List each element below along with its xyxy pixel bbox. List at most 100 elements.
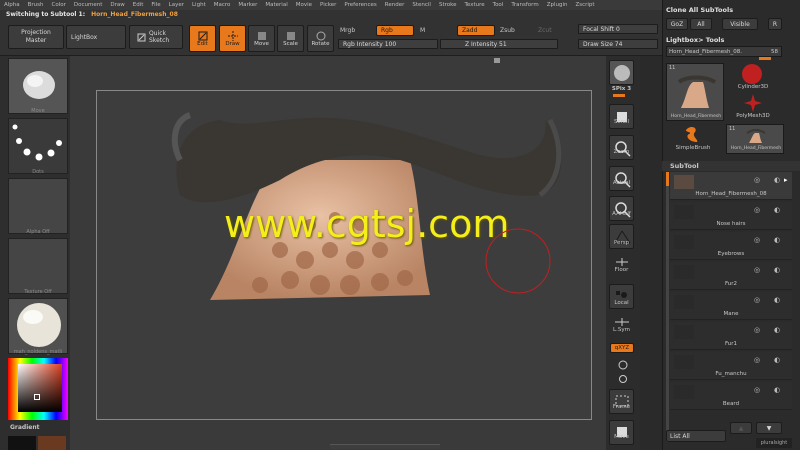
subtool-row[interactable]: ◎ ◐ Nose hairs: [670, 202, 792, 230]
rotate-button[interactable]: Rotate: [307, 25, 334, 52]
polypaint-icon[interactable]: ◐: [774, 326, 780, 334]
canvas-bottom-handle[interactable]: [330, 444, 440, 449]
list-all-button[interactable]: List All: [666, 430, 726, 442]
lightbox-tools-button[interactable]: Lightbox> Tools: [666, 36, 724, 44]
current-tool-slider[interactable]: Horn_Head_Fibermesh_08. 58: [666, 46, 782, 57]
rgb-button[interactable]: Rgb: [376, 25, 414, 36]
menu-item-stencil[interactable]: Stencil: [412, 2, 431, 8]
eye-icon[interactable]: ◎: [754, 266, 760, 274]
menu-item-zplugin[interactable]: Zplugin: [547, 2, 568, 8]
move-button[interactable]: Move: [248, 25, 275, 52]
spix-slider[interactable]: SPix 3: [606, 86, 637, 92]
zcut-button[interactable]: Zcut: [538, 27, 552, 34]
menu-item-draw[interactable]: Draw: [110, 2, 124, 8]
frame-button[interactable]: [609, 389, 634, 414]
tool-thumb-horn-head-2[interactable]: 11 Horn_Head_Fibermesh: [726, 124, 784, 154]
subtool-row[interactable]: ◎ ◐ Fu_manchu: [670, 352, 792, 380]
subtool-row[interactable]: ◎ ◐ Horn_Head_Fibermesh_08 ▸: [670, 172, 792, 200]
polypaint-icon[interactable]: ◐: [774, 236, 780, 244]
texture-thumb[interactable]: [8, 238, 68, 294]
main-color-swatch[interactable]: [8, 436, 36, 450]
color-picker[interactable]: [8, 358, 68, 420]
polypaint-icon[interactable]: ◐: [774, 356, 780, 364]
eye-icon[interactable]: ◎: [754, 326, 760, 334]
menu-item-tool[interactable]: Tool: [493, 2, 504, 8]
menu-item-picker[interactable]: Picker: [320, 2, 336, 8]
menu-item-light[interactable]: Light: [192, 2, 206, 8]
lsym-button[interactable]: L.Sym: [606, 327, 637, 333]
projection-master-button[interactable]: Projection Master: [8, 25, 64, 49]
color-square[interactable]: [18, 364, 62, 412]
edit-button[interactable]: Edit: [189, 25, 216, 52]
draw-button[interactable]: Draw: [219, 25, 246, 52]
menu-item-document[interactable]: Document: [74, 2, 103, 8]
subtool-scrollbar-thumb[interactable]: [666, 172, 669, 186]
subtool-header[interactable]: SubTool: [662, 161, 800, 171]
canvas-scroll-handle[interactable]: [494, 58, 500, 63]
eye-icon[interactable]: ◎: [754, 296, 760, 304]
zadd-button[interactable]: Zadd: [457, 25, 495, 36]
all-button[interactable]: All: [690, 18, 712, 30]
subtool-row[interactable]: ◎ ◐ Eyebrows: [670, 232, 792, 260]
lightbox-button[interactable]: LightBox: [66, 25, 126, 49]
eye-icon[interactable]: ◎: [754, 386, 760, 394]
rotate-y-icon[interactable]: [616, 358, 630, 372]
move-down-button[interactable]: ▼: [756, 422, 782, 434]
rgb-intensity-slider[interactable]: Rgb Intensity 100: [338, 39, 438, 49]
scale-button[interactable]: Scale: [277, 25, 304, 52]
subtool-row[interactable]: ◎ ◐ Beard: [670, 382, 792, 410]
secondary-color-swatch[interactable]: [38, 436, 66, 450]
brush-thumb[interactable]: [8, 58, 68, 114]
floor-button[interactable]: Floor: [606, 267, 637, 273]
subtool-row[interactable]: ◎ ◐ Fur2: [670, 262, 792, 290]
polypaint-icon[interactable]: ◐: [774, 386, 780, 394]
subtool-scrollbar[interactable]: [666, 172, 669, 442]
xyz-button[interactable]: qXYZ: [610, 343, 634, 353]
menu-item-file[interactable]: File: [151, 2, 160, 8]
actual-button[interactable]: [609, 166, 634, 191]
stroke-thumb[interactable]: [8, 118, 68, 174]
menu-item-brush[interactable]: Brush: [28, 2, 44, 8]
menu-item-marker[interactable]: Marker: [238, 2, 257, 8]
menu-item-edit[interactable]: Edit: [133, 2, 144, 8]
polypaint-icon[interactable]: ◐: [774, 176, 780, 184]
draw-size-slider[interactable]: Draw Size 74: [578, 39, 658, 49]
eye-icon[interactable]: ◎: [754, 236, 760, 244]
menu-item-transform[interactable]: Transform: [511, 2, 538, 8]
menu-item-layer[interactable]: Layer: [169, 2, 184, 8]
zoom-button[interactable]: [609, 135, 634, 160]
rotate-z-icon[interactable]: [616, 374, 630, 384]
material-thumb[interactable]: [8, 298, 68, 354]
bpr-button[interactable]: [609, 60, 634, 85]
eye-icon[interactable]: ◎: [754, 176, 760, 184]
quick-sketch-button[interactable]: Quick Sketch: [129, 25, 183, 49]
scroll-button[interactable]: [609, 104, 634, 129]
subtool-row[interactable]: ◎ ◐ Mane: [670, 292, 792, 320]
menu-item-material[interactable]: Material: [265, 2, 287, 8]
move-up-button[interactable]: ▲: [730, 422, 752, 434]
subtool-row[interactable]: ◎ ◐ Fur1: [670, 322, 792, 350]
menu-item-color[interactable]: Color: [52, 2, 66, 8]
menu-item-render[interactable]: Render: [385, 2, 405, 8]
eye-icon[interactable]: ◎: [754, 356, 760, 364]
menu-item-macro[interactable]: Macro: [214, 2, 231, 8]
polypaint-icon[interactable]: ◐: [774, 296, 780, 304]
tool-thumb-horn-head[interactable]: 11 Horn_Head_Fibermesh: [666, 63, 724, 121]
zsub-button[interactable]: Zsub: [500, 27, 515, 34]
menu-item-zscript[interactable]: Zscript: [575, 2, 594, 8]
r-button[interactable]: R: [768, 18, 782, 30]
polypaint-icon[interactable]: ◐: [774, 206, 780, 214]
polypaint-icon[interactable]: ◐: [774, 266, 780, 274]
menu-item-movie[interactable]: Movie: [296, 2, 312, 8]
goz-button[interactable]: GoZ: [666, 18, 688, 30]
z-intensity-slider[interactable]: Z Intensity 51: [440, 39, 558, 49]
eye-icon[interactable]: ◎: [754, 206, 760, 214]
mrgb-button[interactable]: Mrgb: [340, 27, 355, 34]
menu-item-stroke[interactable]: Stroke: [439, 2, 457, 8]
menu-item-alpha[interactable]: Alpha: [4, 2, 20, 8]
aahalf-button[interactable]: [609, 196, 634, 221]
move-view-button[interactable]: [609, 420, 634, 445]
focal-shift-slider[interactable]: Focal Shift 0: [578, 24, 658, 34]
simplebrush-icon[interactable]: [683, 124, 701, 142]
menu-item-texture[interactable]: Texture: [465, 2, 485, 8]
